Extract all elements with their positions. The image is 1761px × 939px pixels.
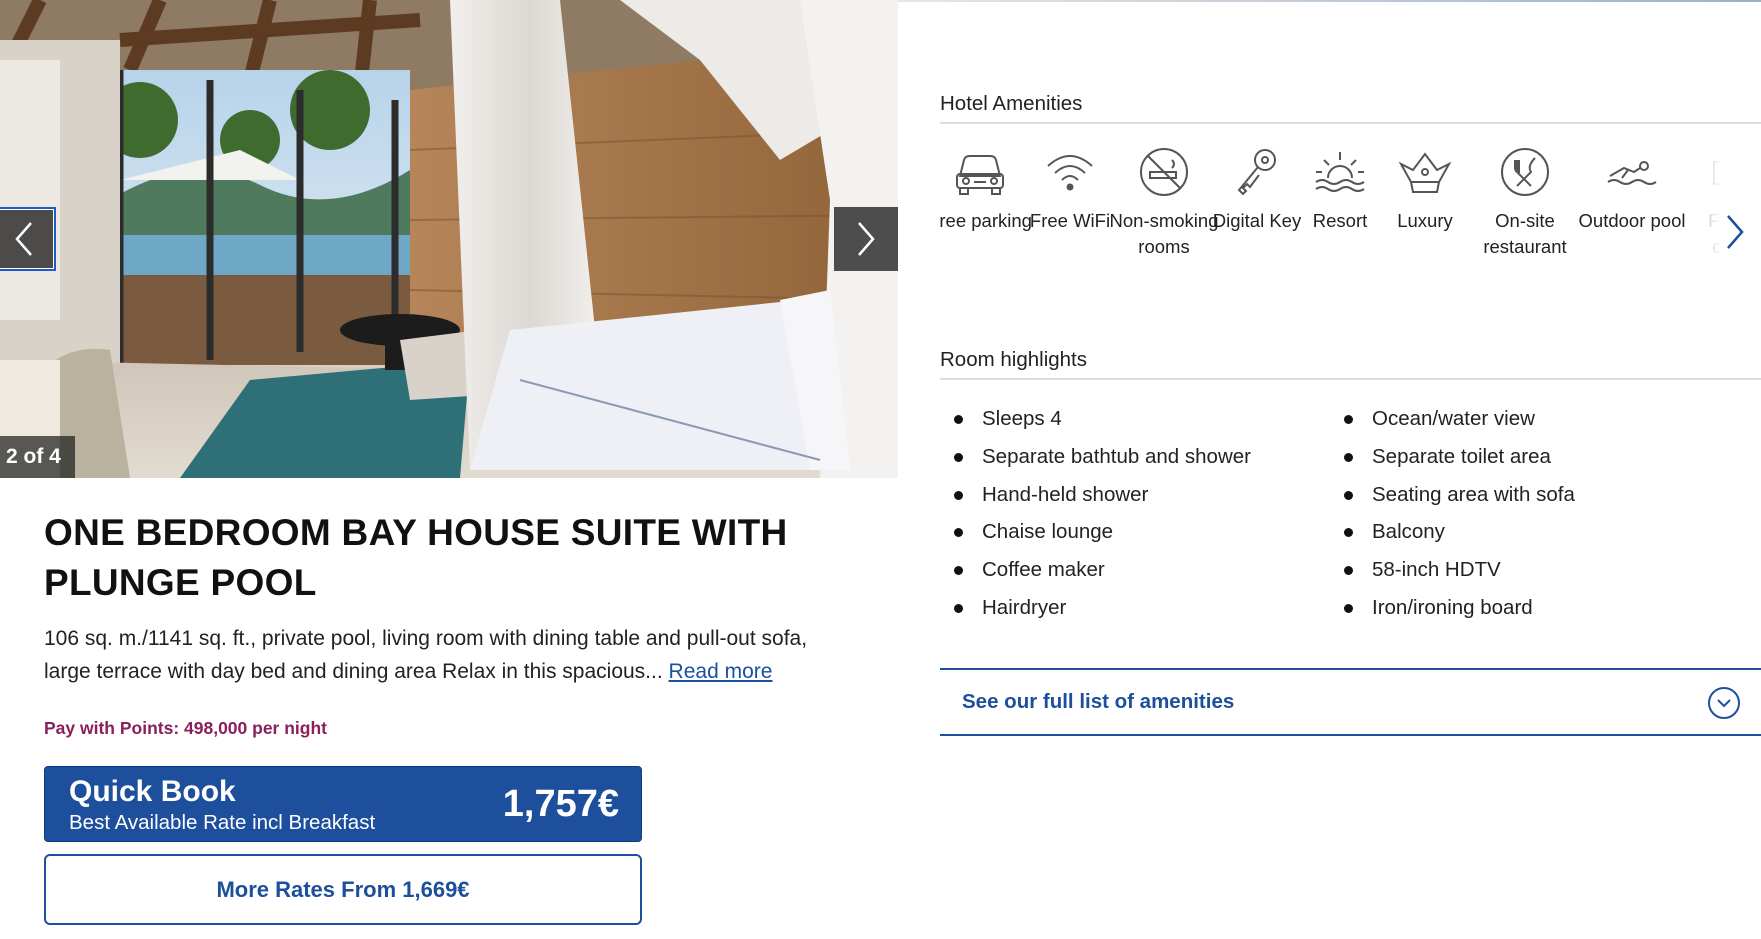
wifi-icon bbox=[1042, 146, 1098, 198]
room-highlights-heading: Room highlights bbox=[940, 348, 1761, 380]
room-description: 106 sq. m./1141 sq. ft., private pool, l… bbox=[44, 622, 834, 688]
points-price: Pay with Points: 498,000 per night bbox=[44, 718, 327, 738]
quick-book-title: Quick Book bbox=[69, 775, 236, 808]
crown-icon bbox=[1397, 146, 1453, 198]
amenities-carousel: Free parking Free WiFi Non-smoking rooms… bbox=[940, 146, 1720, 296]
chevron-right-icon bbox=[858, 222, 875, 256]
gallery-next-button[interactable] bbox=[834, 207, 898, 271]
chevron-left-icon bbox=[15, 222, 32, 256]
list-item: Separate toilet area bbox=[1330, 438, 1575, 476]
restaurant-icon bbox=[1497, 146, 1553, 198]
amenity-item: Luxury bbox=[1370, 146, 1480, 234]
amenities-next-button[interactable] bbox=[1718, 210, 1752, 254]
swimmer-icon bbox=[1604, 146, 1660, 198]
quick-book-price: 1,757€ bbox=[502, 783, 619, 825]
gallery-prev-button[interactable] bbox=[0, 207, 56, 271]
list-item: Sleeps 4 bbox=[940, 400, 1251, 438]
chevron-right-icon bbox=[1727, 215, 1744, 249]
list-item: Ocean/water view bbox=[1330, 400, 1575, 438]
list-item: Balcony bbox=[1330, 513, 1575, 551]
amenity-label: Luxury bbox=[1397, 210, 1453, 231]
list-item: Separate bathtub and shower bbox=[940, 438, 1251, 476]
chevron-down-icon bbox=[1708, 687, 1740, 719]
sunrise-icon bbox=[1312, 146, 1368, 198]
highlights-list-left: Sleeps 4 Separate bathtub and shower Han… bbox=[940, 400, 1251, 627]
read-more-link[interactable]: Read more bbox=[669, 660, 773, 683]
room-detail-page: 2 of 4 ONE BEDROOM BAY HOUSE SUITE WITH … bbox=[0, 0, 1761, 939]
amenity-item: On-site restaurant bbox=[1470, 146, 1580, 260]
list-item: 58-inch HDTV bbox=[1330, 551, 1575, 589]
hotel-amenities-heading: Hotel Amenities bbox=[940, 92, 1761, 124]
room-photo bbox=[0, 0, 898, 478]
car-icon bbox=[952, 146, 1008, 198]
list-item: Hand-held shower bbox=[940, 476, 1251, 514]
quick-book-button[interactable]: Quick Book Best Available Rate incl Brea… bbox=[44, 766, 642, 842]
list-item: Iron/ironing board bbox=[1330, 589, 1575, 627]
see-all-amenities-label: See our full list of amenities bbox=[962, 690, 1235, 713]
list-item: Coffee maker bbox=[940, 551, 1251, 589]
no-smoking-icon bbox=[1136, 146, 1192, 198]
amenity-label: Outdoor pool bbox=[1578, 210, 1686, 231]
list-item: Seating area with sofa bbox=[1330, 476, 1575, 514]
see-all-amenities-toggle[interactable]: See our full list of amenities bbox=[940, 668, 1761, 736]
amenity-item: Outdoor pool bbox=[1577, 146, 1687, 234]
amenity-label: On-site restaurant bbox=[1483, 210, 1567, 257]
quick-book-rate-name: Best Available Rate incl Breakfast bbox=[69, 811, 376, 834]
top-divider bbox=[898, 0, 1761, 2]
key-icon bbox=[1229, 146, 1285, 198]
list-item: Hairdryer bbox=[940, 589, 1251, 627]
list-item: Chaise lounge bbox=[940, 513, 1251, 551]
photo-gallery: 2 of 4 bbox=[0, 0, 898, 478]
room-title: ONE BEDROOM BAY HOUSE SUITE WITH PLUNGE … bbox=[44, 512, 788, 603]
highlights-list-right: Ocean/water view Separate toilet area Se… bbox=[1330, 400, 1575, 627]
more-rates-button[interactable]: More Rates From 1,669€ bbox=[44, 854, 642, 925]
photo-counter: 2 of 4 bbox=[0, 436, 75, 478]
